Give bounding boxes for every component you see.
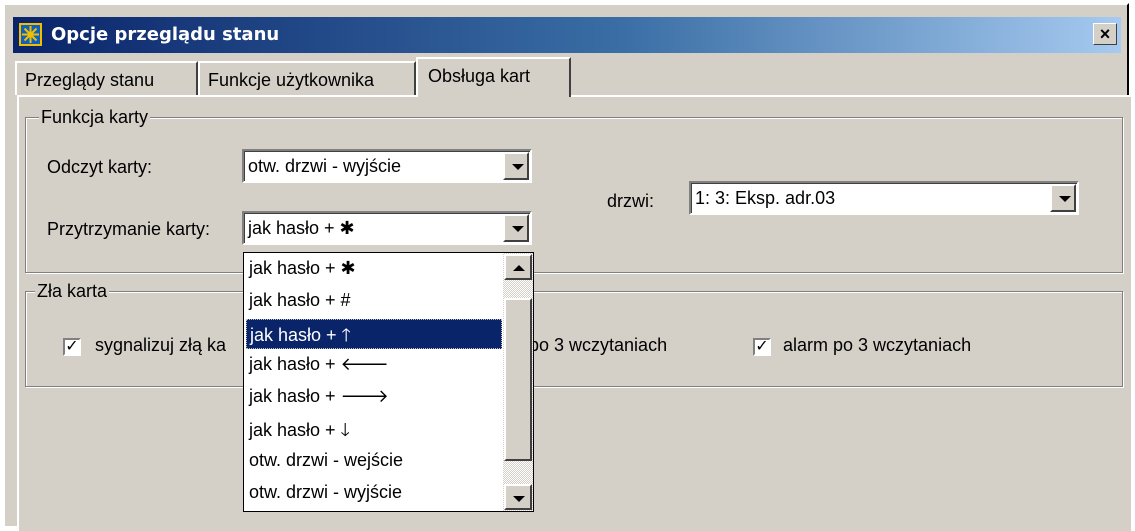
option-label: jak hasło + 🡐 (249, 354, 389, 374)
dropdown-option[interactable]: jak hasło + # (246, 287, 502, 317)
door-select[interactable]: 1: 3: Eksp. adr.03 (689, 181, 1079, 215)
tab-label: Funkcje użytkownika (208, 70, 375, 90)
chevron-up-icon (513, 265, 525, 271)
card-hold-label: Przytrzymanie karty: (47, 219, 211, 239)
dropdown-option[interactable]: jak hasło + ✱ (246, 255, 502, 285)
signal-bad-card-checkbox[interactable]: ✓ (63, 338, 81, 356)
card-hold-dropdown-button[interactable] (503, 214, 529, 242)
option-label: jak hasło + ✱ (249, 258, 356, 278)
alarm-after-3-reads-label: alarm po 3 wczytaniach (783, 335, 972, 355)
option-label: jak hasło + 🡓 (249, 420, 350, 440)
app-star-icon (19, 23, 42, 46)
tab-label: Przeglądy stanu (25, 70, 155, 90)
dropdown-option[interactable]: jak hasło + 🡐 (246, 351, 502, 381)
scroll-down-button[interactable] (504, 484, 532, 510)
signal-bad-card-label: sygnalizuj złą ka (95, 335, 227, 355)
dropdown-scrollbar[interactable] (503, 253, 533, 511)
scroll-thumb[interactable] (504, 298, 532, 461)
option-label: jak hasło + # (249, 290, 351, 310)
chevron-down-icon (513, 496, 525, 502)
option-label: jak hasło + 🡒 (249, 386, 389, 406)
door-dropdown-button[interactable] (1050, 184, 1076, 212)
alarm-after-3-reads-checkbox[interactable]: ✓ (753, 338, 771, 356)
bad-card-title: Zła karta (35, 281, 110, 302)
dropdown-option-selected[interactable]: jak hasło + 🡑 (246, 319, 502, 349)
after-3-reads-label: po 3 wczytaniach (529, 335, 668, 355)
tab-label: Obsługa kart (428, 66, 531, 86)
chevron-down-icon (512, 164, 524, 170)
option-label: otw. drzwi - wejście (249, 450, 404, 470)
door-label: drzwi: (607, 191, 655, 211)
tab-funkcje-uzytkownika[interactable]: Funkcje użytkownika (198, 61, 416, 95)
chevron-down-icon (1059, 196, 1071, 202)
option-label: otw. drzwi - wyjście (249, 482, 403, 502)
tab-przeglady-stanu[interactable]: Przeglądy stanu (15, 61, 198, 95)
dropdown-option[interactable]: jak hasło + 🡒 (246, 383, 502, 413)
title-bar[interactable]: Opcje przeglądu stanu × (13, 17, 1121, 53)
card-function-title: Funkcja karty (39, 107, 151, 128)
tab-obsluga-kart[interactable]: Obsługa kart (416, 57, 571, 97)
window-title: Opcje przeglądu stanu (51, 24, 280, 45)
dialog-window: Opcje przeglądu stanu × Przeglądy stanu … (3, 3, 1131, 531)
card-hold-dropdown-list[interactable]: jak hasło + ✱ jak hasło + # jak hasło + … (243, 252, 534, 512)
close-button[interactable]: × (1093, 23, 1117, 45)
card-hold-select[interactable]: jak hasło + ✱ (242, 211, 532, 245)
card-read-label: Odczyt karty: (47, 157, 153, 177)
dropdown-option[interactable]: otw. drzwi - wejście (246, 447, 502, 477)
card-read-dropdown-button[interactable] (503, 152, 529, 180)
dropdown-option[interactable]: otw. drzwi - wyjście (246, 479, 502, 509)
dropdown-option[interactable]: jak hasło + 🡓 (246, 415, 502, 445)
option-label: jak hasło + 🡑 (250, 325, 351, 345)
scroll-up-button[interactable] (504, 254, 532, 280)
card-read-value: otw. drzwi - wyjście (248, 156, 402, 176)
close-icon: × (1099, 24, 1111, 44)
card-hold-value: jak hasło + ✱ (248, 218, 355, 238)
chevron-down-icon (512, 226, 524, 232)
card-read-select[interactable]: otw. drzwi - wyjście (242, 149, 532, 183)
door-value: 1: 3: Eksp. adr.03 (695, 188, 836, 208)
